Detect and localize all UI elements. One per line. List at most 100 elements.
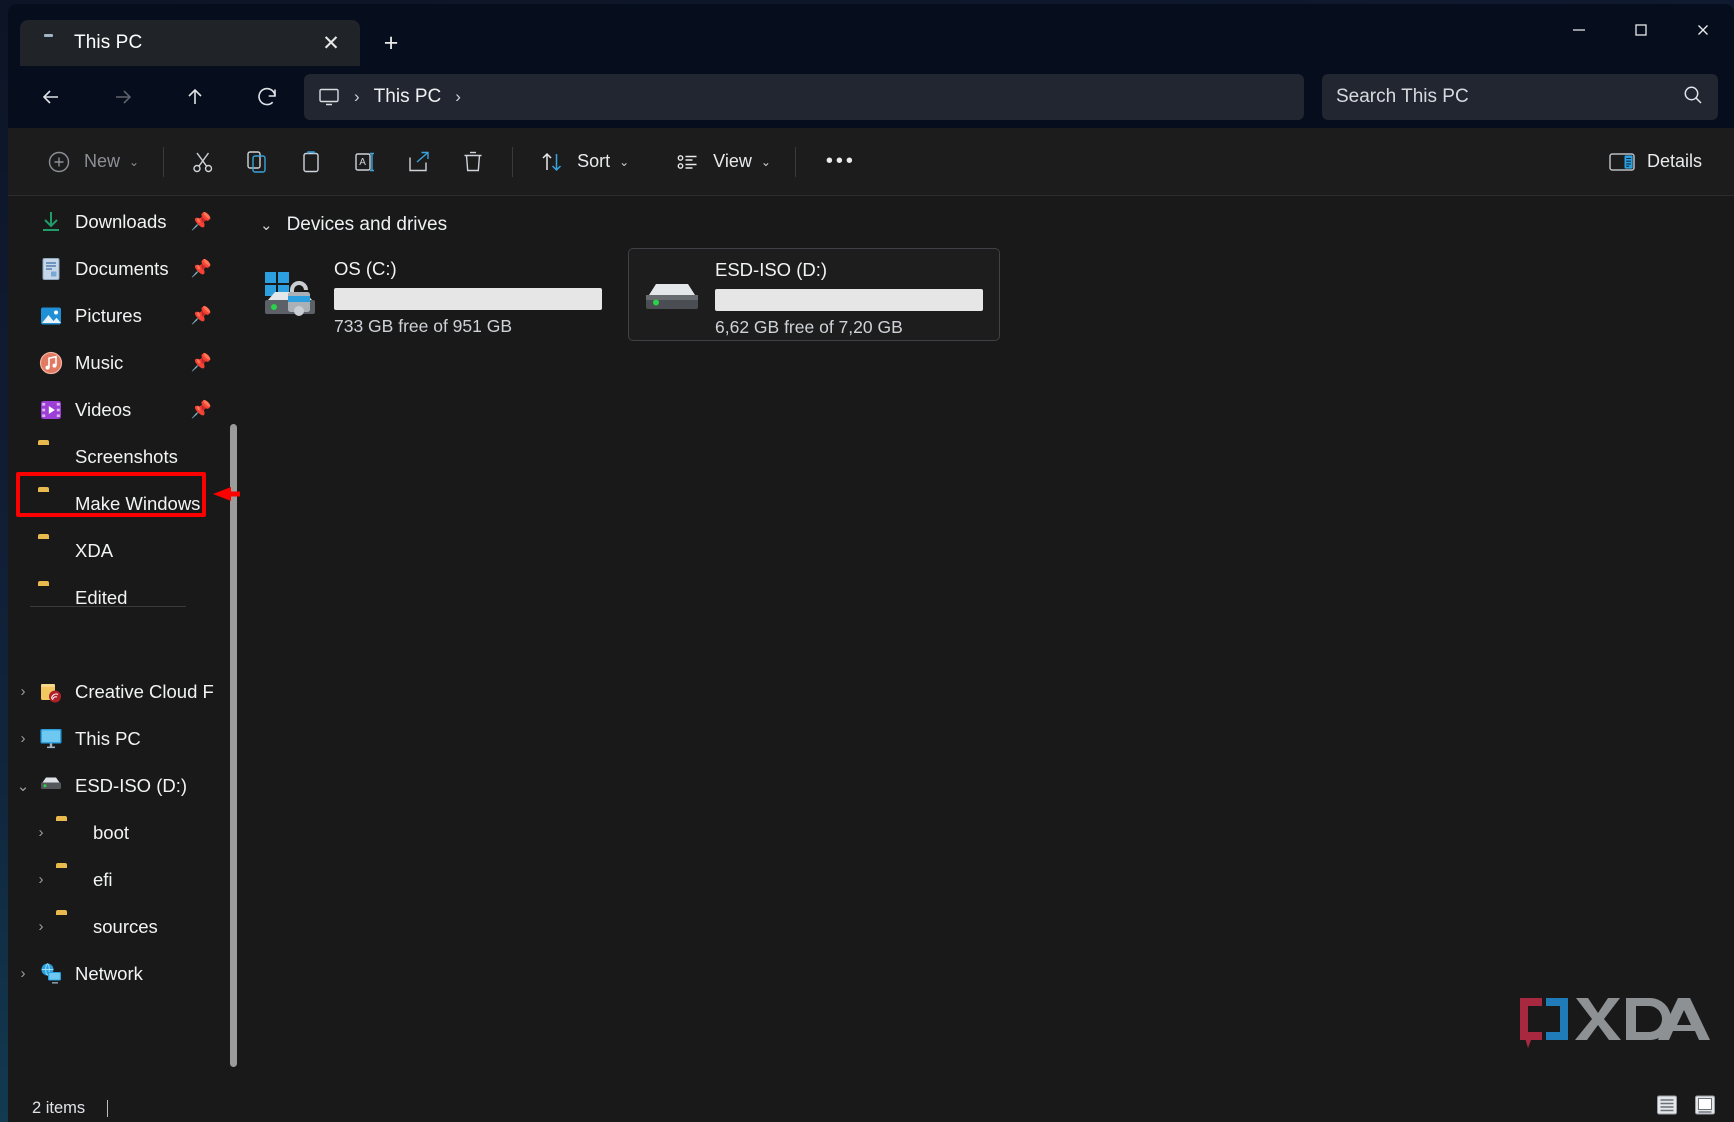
search-box[interactable]: Search This PC — [1322, 74, 1718, 120]
close-button[interactable] — [1672, 4, 1734, 56]
sidebar-item-label: Screenshots — [75, 445, 178, 467]
drive-tile-esd-iso-d[interactable]: ESD-ISO (D:) 6,62 GB free of 7,20 GB — [628, 248, 1000, 341]
large-icons-view-icon[interactable] — [1690, 1092, 1720, 1118]
rename-button[interactable]: A — [340, 140, 390, 184]
sidebar-item-label: Documents — [75, 257, 169, 279]
sidebar-item-label: Videos — [75, 398, 132, 420]
videos-icon — [38, 397, 64, 423]
delete-button[interactable] — [448, 140, 498, 184]
this-pc-icon — [38, 726, 64, 752]
details-pane-button[interactable]: Details — [1595, 140, 1714, 184]
toolbar-divider-2 — [512, 146, 514, 177]
sidebar-item-pictures[interactable]: Pictures 📌 — [8, 292, 240, 339]
window-controls — [1548, 4, 1734, 56]
toolbar-divider-3 — [794, 146, 796, 177]
cut-button[interactable] — [178, 140, 228, 184]
new-tab-button[interactable]: + — [370, 22, 412, 64]
sidebar-chevron[interactable]: › — [26, 871, 56, 888]
folder-icon — [56, 867, 82, 893]
navigation-pane[interactable]: Downloads 📌 Documents 📌 Pictures 📌 Music… — [8, 196, 240, 1094]
more-options-button[interactable]: ••• — [810, 140, 866, 184]
sidebar-item-efi[interactable]: › efi — [8, 856, 240, 903]
pin-icon[interactable]: 📌 — [191, 212, 212, 232]
pin-icon[interactable]: 📌 — [191, 400, 212, 420]
sidebar-chevron[interactable]: › — [8, 683, 38, 700]
breadcrumb-current[interactable]: This PC — [374, 86, 442, 108]
sidebar-scrollbar-thumb[interactable] — [230, 424, 237, 1067]
minimize-button[interactable] — [1548, 4, 1610, 56]
this-pc-monitor-icon — [38, 33, 60, 53]
windows-drive-bitlocker-unlocked-icon — [262, 270, 324, 320]
sidebar-item-make-windows[interactable]: Make Windows — [8, 480, 240, 527]
sidebar-item-this-pc[interactable]: › This PC — [8, 715, 240, 762]
sidebar-item-label: XDA — [75, 539, 114, 561]
address-bar[interactable]: › This PC › — [304, 74, 1304, 120]
forward-arrow-icon[interactable] — [98, 72, 148, 122]
sort-button[interactable]: Sort ⌄ — [527, 140, 639, 184]
chevron-down-icon: ⌄ — [129, 154, 140, 169]
drive-usage-bar — [334, 288, 602, 310]
sidebar-chevron[interactable]: › — [8, 965, 38, 982]
sidebar-item-screenshots[interactable]: Screenshots — [8, 433, 240, 480]
sidebar-item-boot[interactable]: › boot — [8, 809, 240, 856]
close-tab-icon[interactable]: ✕ — [314, 26, 348, 60]
pictures-icon — [38, 303, 64, 329]
documents-icon — [38, 256, 64, 282]
drive-icon — [38, 773, 64, 799]
back-arrow-icon[interactable] — [26, 72, 76, 122]
file-list-area[interactable]: ⌄ Devices and drives OS (C:) 733 GB free… — [240, 196, 1734, 1094]
share-icon — [404, 147, 434, 177]
pin-icon[interactable]: 📌 — [191, 306, 212, 326]
sidebar-item-label: Network — [75, 962, 143, 984]
devices-and-drives-group-header[interactable]: ⌄ Devices and drives — [260, 214, 447, 236]
up-arrow-icon[interactable] — [170, 72, 220, 122]
copy-button[interactable] — [232, 140, 282, 184]
sidebar-chevron[interactable]: › — [26, 918, 56, 935]
sidebar-item-label: sources — [93, 915, 158, 937]
sidebar-item-label: Pictures — [75, 304, 142, 326]
sidebar-item-label: Downloads — [75, 210, 167, 232]
pin-icon[interactable]: 📌 — [191, 353, 212, 373]
sidebar-item-network[interactable]: › Network — [8, 950, 240, 997]
search-icon[interactable] — [1682, 84, 1704, 111]
sidebar-item-label: efi — [93, 868, 113, 890]
folder-icon — [38, 444, 64, 470]
sidebar-item-downloads[interactable]: Downloads 📌 — [8, 198, 240, 245]
sidebar-item-music[interactable]: Music 📌 — [8, 339, 240, 386]
chevron-down-icon[interactable]: ⌄ — [260, 216, 273, 234]
trash-icon — [458, 147, 488, 177]
search-input[interactable]: Search This PC — [1336, 86, 1682, 108]
svg-text:A: A — [359, 157, 366, 168]
sidebar-item-creative-cloud[interactable]: › Creative Cloud F — [8, 668, 240, 715]
pin-icon[interactable]: 📌 — [191, 259, 212, 279]
sidebar-chevron[interactable]: › — [26, 824, 56, 841]
breadcrumb-separator-2[interactable]: › — [455, 87, 461, 107]
sidebar-chevron[interactable]: › — [8, 730, 38, 747]
view-button[interactable]: View ⌄ — [663, 140, 781, 184]
maximize-button[interactable] — [1610, 4, 1672, 56]
xda-watermark — [1520, 998, 1710, 1048]
share-button[interactable] — [394, 140, 444, 184]
drive-tile-os-c[interactable]: OS (C:) 733 GB free of 951 GB — [248, 248, 620, 341]
ellipsis-icon: ••• — [825, 150, 856, 172]
new-button[interactable]: New ⌄ — [34, 140, 149, 184]
refresh-icon[interactable] — [242, 72, 292, 122]
sidebar-chevron-expanded[interactable]: ⌄ — [8, 777, 38, 795]
sidebar-item-documents[interactable]: Documents 📌 — [8, 245, 240, 292]
details-view-icon[interactable] — [1652, 1092, 1682, 1118]
sidebar-item-label: ESD-ISO (D:) — [75, 774, 188, 796]
tab-this-pc[interactable]: This PC ✕ — [20, 20, 360, 72]
scissors-icon — [188, 147, 218, 177]
plus-circle-icon — [44, 147, 74, 177]
title-bar: This PC ✕ + — [8, 4, 1734, 72]
folder-icon — [56, 820, 82, 846]
sidebar-item-edited[interactable]: Edited — [8, 574, 240, 621]
status-divider — [107, 1099, 109, 1117]
sidebar-item-esd-iso-d[interactable]: ⌄ ESD-ISO (D:) — [8, 762, 240, 809]
drive-usage-bar — [715, 289, 983, 311]
sidebar-item-sources[interactable]: › sources — [8, 903, 240, 950]
sidebar-item-videos[interactable]: Videos 📌 — [8, 386, 240, 433]
breadcrumb-this-pc-icon[interactable] — [318, 87, 340, 107]
paste-button[interactable] — [286, 140, 336, 184]
sidebar-item-xda[interactable]: XDA — [8, 527, 240, 574]
